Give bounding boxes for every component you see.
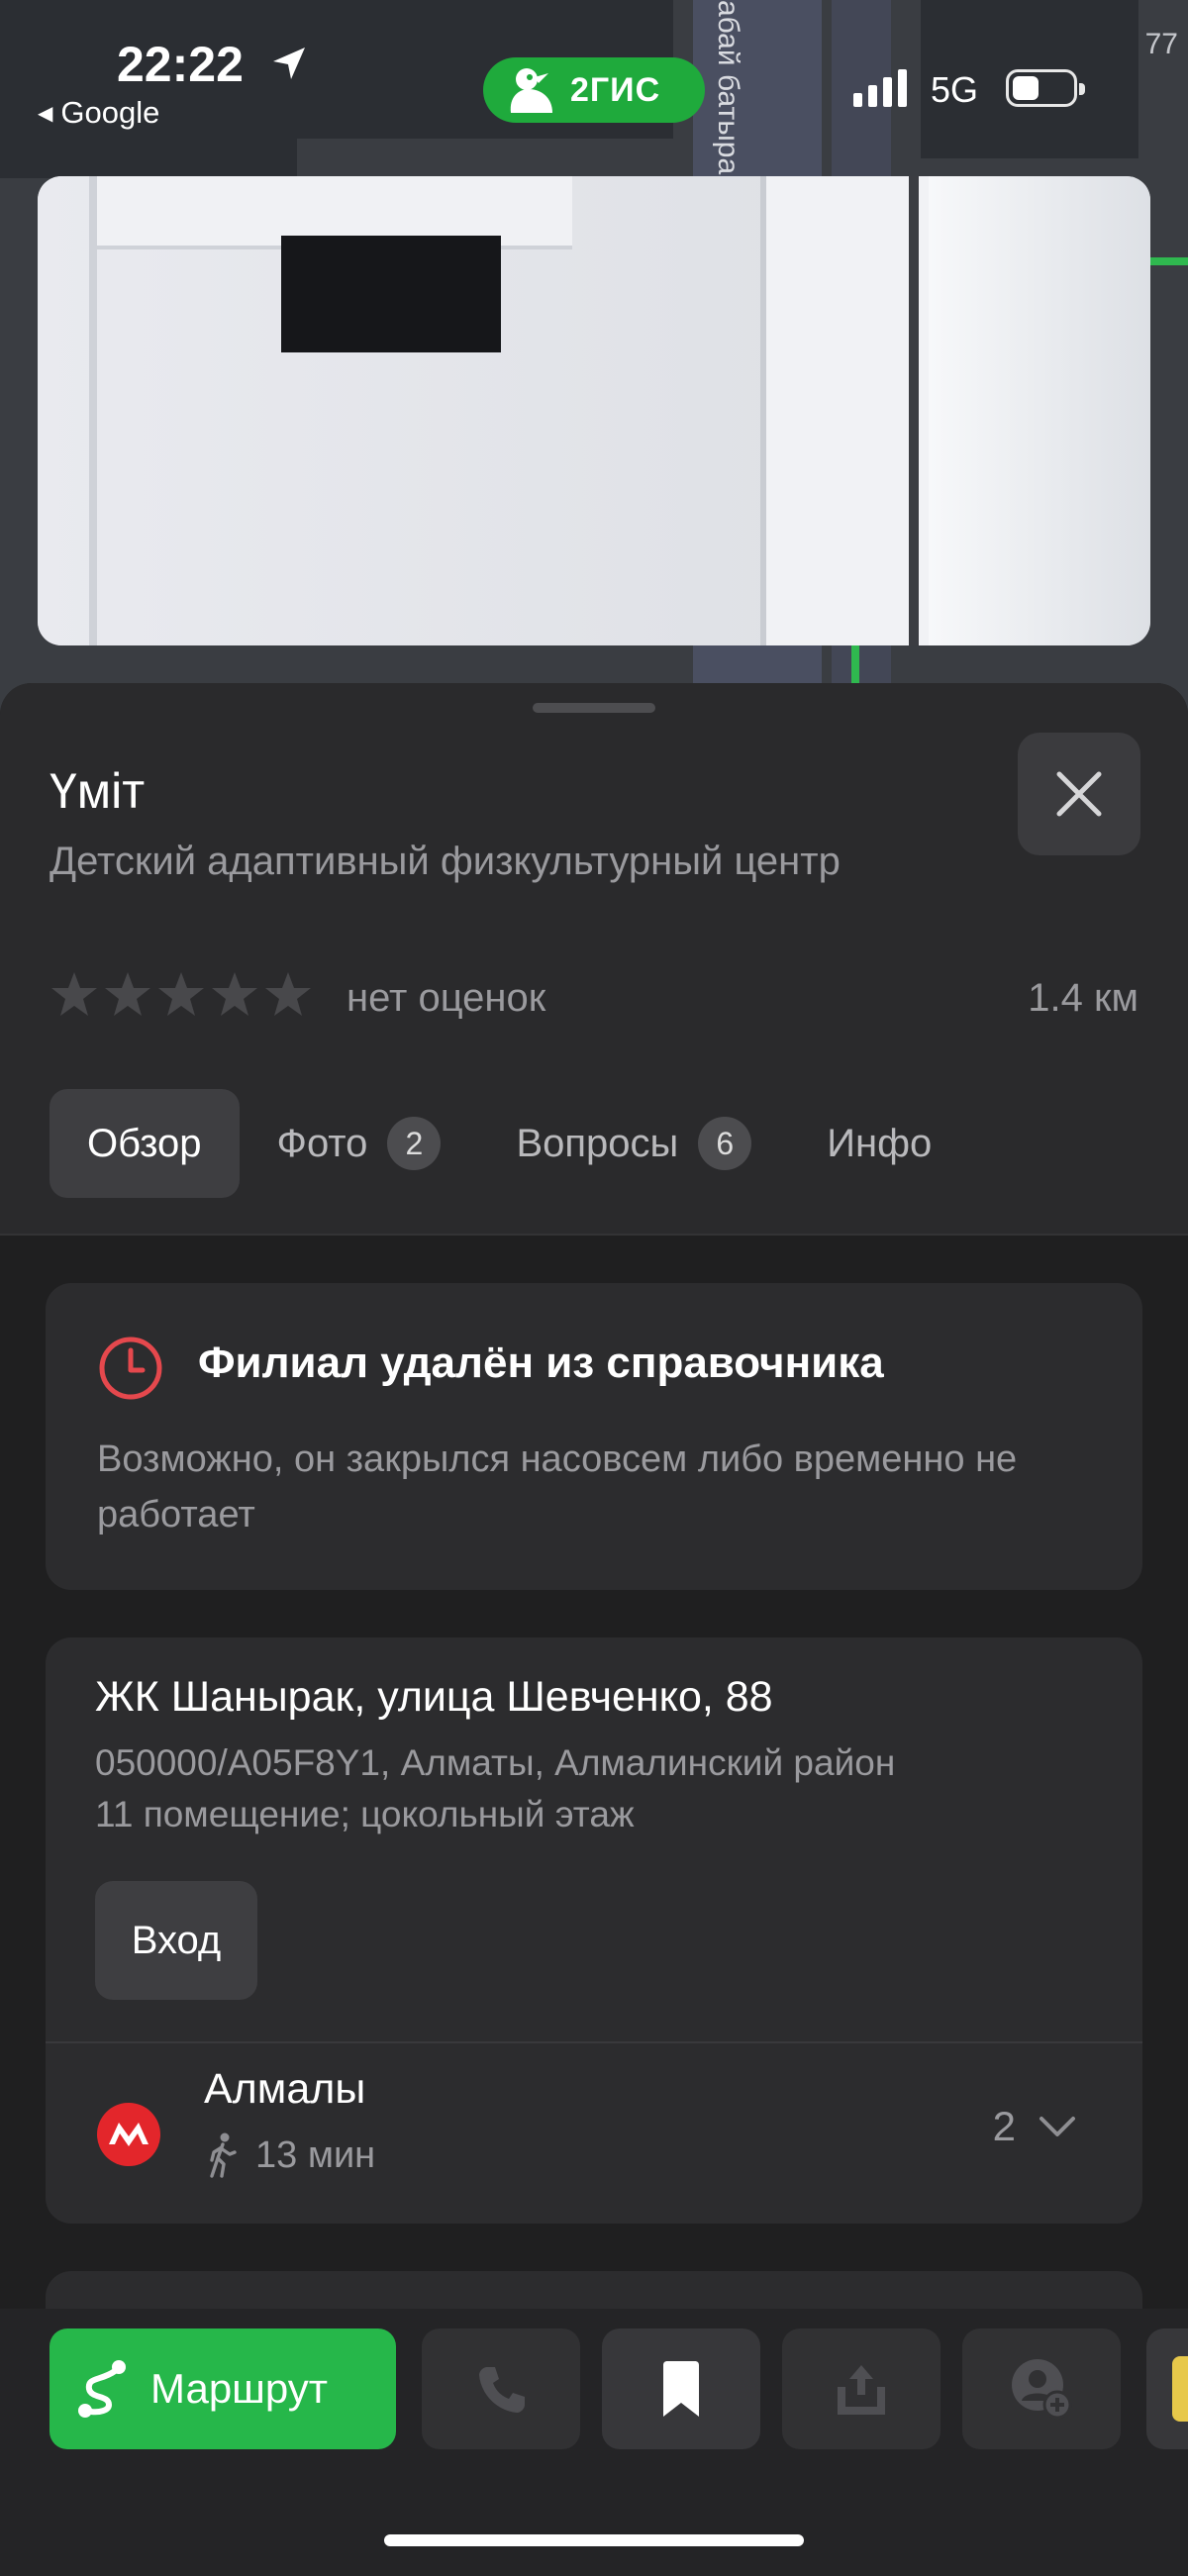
- tab-count-badge: 6: [698, 1117, 752, 1170]
- back-triangle-icon: ◀: [38, 103, 53, 125]
- note-icon: [1172, 2356, 1188, 2422]
- phone-icon: [479, 2367, 525, 2413]
- share-icon: [838, 2365, 885, 2415]
- address-postal: 050000/A05F8Y1, Алматы, Алмалинский райо…: [95, 1742, 896, 1783]
- map-street-label: абай батыра: [712, 0, 744, 175]
- tab-count-badge: 2: [387, 1117, 442, 1170]
- app-badge: 2ГИС: [483, 57, 705, 123]
- metro-station-name[interactable]: Алмалы: [204, 2065, 365, 2114]
- rating-text[interactable]: нет оценок: [346, 976, 545, 1021]
- app-badge-label: 2ГИС: [570, 70, 661, 109]
- more-action-button[interactable]: [1146, 2328, 1188, 2449]
- tab-bar: Обзор Фото 2 Вопросы 6 Инфо: [50, 1089, 969, 1198]
- tab-label: Фото: [276, 1121, 368, 1165]
- metro-count-label: 2: [992, 2103, 1016, 2149]
- close-icon: [1056, 771, 1102, 817]
- place-photo[interactable]: [38, 176, 1150, 645]
- location-arrow-icon: [273, 48, 305, 79]
- tab-label: Инфо: [827, 1121, 933, 1165]
- action-bar: Маршрут: [0, 2309, 1188, 2576]
- route-button[interactable]: Маршрут: [50, 2328, 396, 2449]
- star-icon: [51, 972, 97, 1016]
- branch-removed-notice: Филиал удалён из справочника Возможно, о…: [46, 1283, 1142, 1590]
- bookmark-button[interactable]: [602, 2328, 760, 2449]
- metro-expand[interactable]: 2: [993, 2103, 1077, 2150]
- bookmark-icon: [663, 2361, 699, 2417]
- place-sheet: Үміт Детский адаптивный физкультурный це…: [0, 683, 1188, 2576]
- status-time: 22:22: [117, 37, 244, 92]
- chevron-down-icon: [1040, 2117, 1075, 2136]
- star-icon: [158, 972, 204, 1016]
- network-type: 5G: [931, 69, 979, 110]
- cellular-signal-icon: [853, 69, 907, 107]
- tab-info[interactable]: Инфо: [789, 1089, 969, 1198]
- back-app-label: Google: [60, 95, 160, 130]
- entrance-button[interactable]: Вход: [95, 1881, 257, 2000]
- star-icon: [212, 972, 257, 1016]
- tab-photos[interactable]: Фото 2: [240, 1089, 479, 1198]
- address-card: ЖК Шанырак, улица Шевченко, 88 050000/A0…: [46, 1637, 1142, 2224]
- divider: [0, 1234, 1188, 1236]
- map-label: 77: [1144, 28, 1178, 60]
- rating-stars: [50, 970, 313, 1018]
- tab-overview[interactable]: Обзор: [50, 1089, 240, 1198]
- tab-questions[interactable]: Вопросы 6: [478, 1089, 789, 1198]
- walking-icon: [210, 2132, 237, 2178]
- address-main[interactable]: ЖК Шанырак, улица Шевченко, 88: [95, 1673, 773, 1722]
- back-to-app-link[interactable]: ◀ Google: [38, 95, 159, 131]
- add-contact-button[interactable]: [962, 2328, 1121, 2449]
- walk-time-label: 13 мин: [255, 2133, 376, 2176]
- battery-icon: [1006, 69, 1085, 107]
- place-title: Үміт: [50, 763, 146, 819]
- sheet-grabber[interactable]: [533, 703, 655, 713]
- metro-icon: [97, 2103, 160, 2166]
- address-detail: 11 помещение; цокольный этаж: [95, 1794, 635, 1834]
- notice-title: Филиал удалён из справочника: [198, 1338, 884, 1387]
- notice-text: Возможно, он закрылся насовсем либо врем…: [97, 1438, 1018, 1536]
- walk-time: 13 мин: [208, 2132, 375, 2178]
- tab-label: Обзор: [87, 1121, 202, 1165]
- distance: 1.4 км: [1028, 976, 1138, 1020]
- tab-label: Вопросы: [516, 1121, 679, 1165]
- call-button[interactable]: [422, 2328, 580, 2449]
- 2gis-logo-icon: [510, 68, 552, 113]
- share-button[interactable]: [782, 2328, 940, 2449]
- add-contact-icon: [1012, 2359, 1072, 2420]
- star-icon: [105, 972, 150, 1016]
- star-icon: [265, 972, 311, 1016]
- route-icon: [78, 2360, 126, 2418]
- divider: [46, 2041, 1142, 2043]
- home-indicator[interactable]: [384, 2534, 804, 2546]
- clock-warning-icon: [99, 1337, 162, 1400]
- close-button[interactable]: [1018, 733, 1140, 855]
- place-category: Детский адаптивный физкультурный центр: [50, 840, 841, 883]
- route-button-label: Маршрут: [150, 2365, 328, 2412]
